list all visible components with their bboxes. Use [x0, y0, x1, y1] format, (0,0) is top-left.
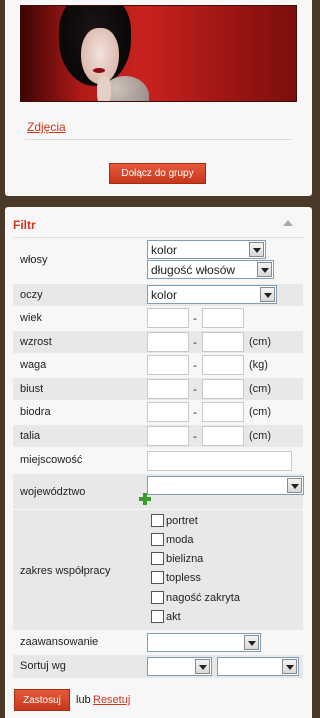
chevron-down-icon [282, 659, 297, 674]
age-to-input[interactable] [202, 308, 244, 328]
hips-unit: (cm) [249, 406, 271, 418]
advanced-select[interactable] [147, 633, 261, 652]
waist-label: talia [20, 430, 41, 442]
age-label: wiek [20, 312, 43, 324]
eyes-color-select[interactable]: kolor [147, 285, 277, 304]
group-panel: Zdjęcia Dołącz do grupy [5, 0, 312, 196]
cooperation-option-lingerie[interactable]: bielizna [151, 552, 203, 565]
height-label: wzrost [20, 336, 52, 348]
range-dash: - [193, 359, 197, 372]
sort-order-select[interactable] [217, 657, 299, 676]
filter-row-cooperation: zakres współpracy portret moda bielizna … [13, 510, 303, 630]
filter-panel: Filtr włosy kolor długość włosów oczy ko… [5, 207, 312, 718]
checkbox[interactable] [151, 514, 164, 527]
filter-row-age: wiek - [13, 307, 303, 330]
or-text: lub [76, 694, 91, 706]
cooperation-option-portrait[interactable]: portret [151, 514, 198, 527]
reset-link[interactable]: Resetuj [93, 694, 130, 706]
sort-label: Sortuj wg [20, 660, 66, 672]
filter-title: Filtr [13, 218, 36, 232]
range-dash: - [193, 312, 197, 325]
province-select[interactable] [147, 476, 304, 495]
collapse-arrow-icon[interactable] [283, 220, 293, 226]
chevron-down-icon [260, 287, 275, 302]
filter-row-sort: Sortuj wg [13, 655, 303, 678]
waist-from-input[interactable] [147, 426, 189, 446]
group-banner-image [20, 5, 297, 102]
cooperation-option-topless[interactable]: topless [151, 571, 201, 584]
bust-unit: (cm) [249, 383, 271, 395]
waist-unit: (cm) [249, 430, 271, 442]
weight-to-input[interactable] [202, 355, 244, 375]
filter-row-city: miejscowość [13, 448, 303, 473]
filter-row-waist: talia - (cm) [13, 425, 303, 447]
cooperation-option-fashion[interactable]: moda [151, 533, 194, 546]
cooperation-label: zakres współpracy [20, 565, 111, 577]
height-unit: (cm) [249, 336, 271, 348]
filter-row-advanced: zaawansowanie [13, 631, 303, 654]
weight-from-input[interactable] [147, 355, 189, 375]
weight-label: waga [20, 359, 47, 371]
chevron-down-icon [249, 242, 264, 257]
photos-link[interactable]: Zdjęcia [27, 120, 66, 134]
eyes-label: oczy [20, 289, 43, 301]
divider [25, 139, 292, 140]
join-group-button[interactable]: Dołącz do grupy [109, 163, 206, 184]
hair-label: włosy [20, 254, 48, 266]
age-from-input[interactable] [147, 308, 189, 328]
checkbox[interactable] [151, 533, 164, 546]
chevron-down-icon [195, 659, 210, 674]
city-label: miejscowość [20, 454, 83, 466]
weight-unit: (kg) [249, 359, 268, 371]
filter-row-hips: biodra - (cm) [13, 401, 303, 424]
bust-from-input[interactable] [147, 379, 189, 399]
filter-row-height: wzrost - (cm) [13, 331, 303, 353]
chevron-down-icon [257, 262, 272, 277]
hips-from-input[interactable] [147, 402, 189, 422]
checkbox[interactable] [151, 571, 164, 584]
advanced-label: zaawansowanie [20, 636, 99, 648]
checkbox[interactable] [151, 552, 164, 565]
height-from-input[interactable] [147, 332, 189, 352]
range-dash: - [193, 406, 197, 419]
bust-to-input[interactable] [202, 379, 244, 399]
waist-to-input[interactable] [202, 426, 244, 446]
city-input[interactable] [147, 451, 292, 471]
range-dash: - [193, 336, 197, 349]
plus-icon[interactable] [139, 493, 151, 505]
filter-row-eyes: oczy kolor [13, 284, 303, 306]
sort-field-select[interactable] [147, 657, 212, 676]
hips-label: biodra [20, 406, 51, 418]
filter-row-bust: biust - (cm) [13, 378, 303, 400]
range-dash: - [193, 430, 197, 443]
apply-button[interactable]: Zastosuj [14, 689, 70, 711]
bust-label: biust [20, 383, 44, 395]
hair-length-select[interactable]: długość włosów [147, 260, 274, 279]
filter-row-hair: włosy kolor długość włosów [13, 238, 303, 282]
cooperation-option-nude[interactable]: akt [151, 610, 181, 623]
chevron-down-icon [287, 478, 302, 493]
hips-to-input[interactable] [202, 402, 244, 422]
province-label: województwo [20, 486, 86, 498]
checkbox[interactable] [151, 591, 164, 604]
chevron-down-icon [244, 635, 259, 650]
hair-color-select[interactable]: kolor [147, 240, 266, 259]
range-dash: - [193, 383, 197, 396]
height-to-input[interactable] [202, 332, 244, 352]
filter-row-weight: waga - (kg) [13, 354, 303, 377]
cooperation-option-covered-nudity[interactable]: nagość zakryta [151, 591, 240, 604]
checkbox[interactable] [151, 610, 164, 623]
filter-row-province: województwo [13, 474, 304, 509]
